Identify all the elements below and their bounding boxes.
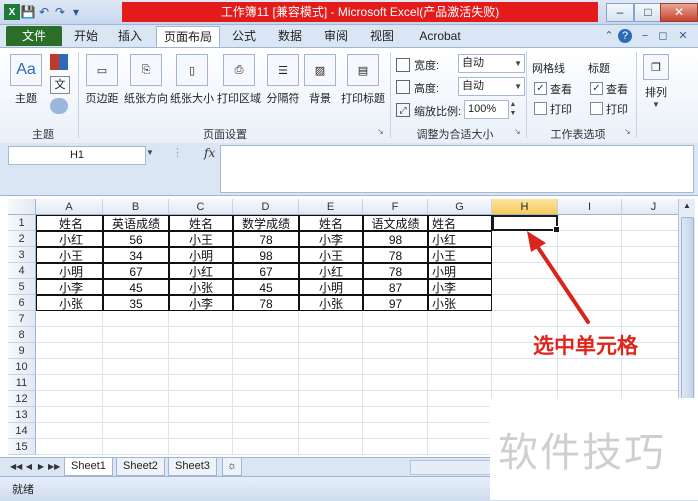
watermark: 软件技巧 (498, 430, 666, 476)
annotation-label: 选中单元格 (533, 334, 638, 358)
